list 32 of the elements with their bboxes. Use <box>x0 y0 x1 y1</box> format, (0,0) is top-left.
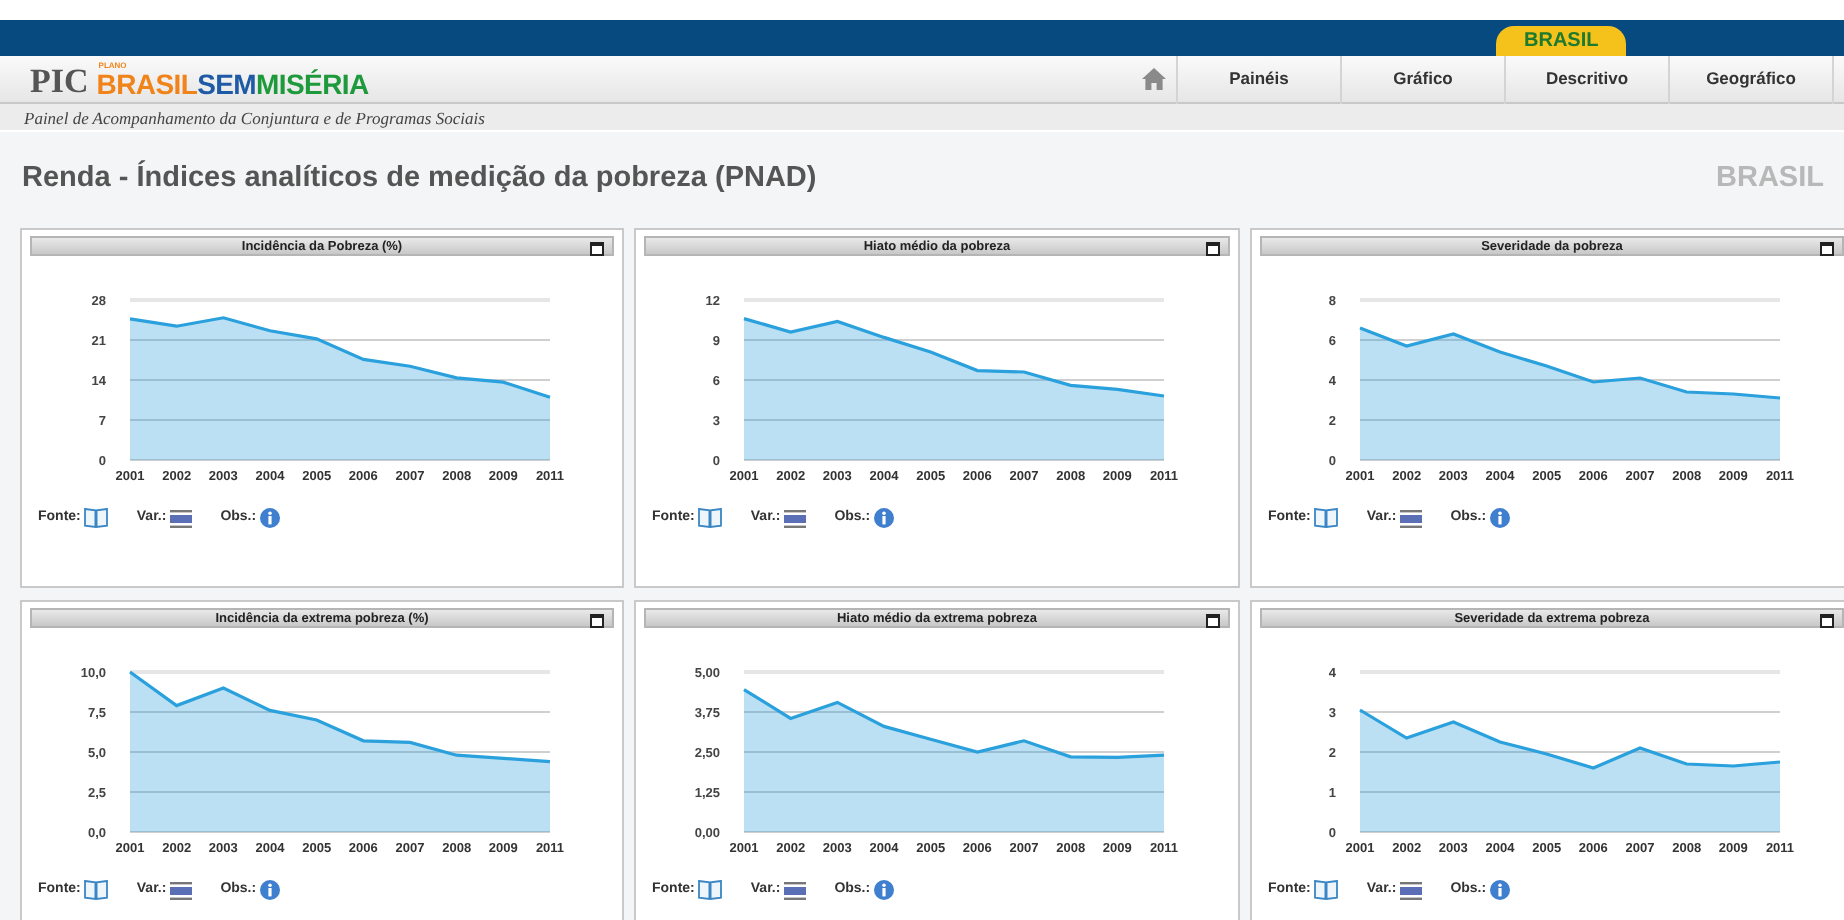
table-icon[interactable] <box>784 509 807 527</box>
subtitle: Painel de Acompanhamento da Conjuntura e de Programas Sociais <box>24 108 485 128</box>
home-icon[interactable] <box>1142 68 1166 90</box>
region-label: BRASIL <box>1716 160 1824 198</box>
book-icon[interactable] <box>84 508 109 528</box>
info-icon[interactable] <box>1490 880 1511 900</box>
maximize-icon[interactable] <box>590 241 604 256</box>
maximize-icon[interactable] <box>1206 613 1220 628</box>
table-icon[interactable] <box>784 881 807 899</box>
table-icon[interactable] <box>170 509 193 527</box>
page-title: Renda - Índices analíticos de medição da pobreza (PNAD) <box>22 162 817 198</box>
logo-text: MISÉRIA <box>256 69 369 97</box>
maximize-icon[interactable] <box>590 613 604 628</box>
maximize-icon[interactable] <box>1820 241 1834 256</box>
info-icon[interactable] <box>1490 508 1511 528</box>
info-icon[interactable] <box>874 880 895 900</box>
maximize-icon[interactable] <box>1206 241 1220 256</box>
table-icon[interactable] <box>170 881 193 899</box>
logo-text: SEM <box>197 69 257 97</box>
table-icon[interactable] <box>1400 509 1423 527</box>
book-icon[interactable] <box>1314 880 1339 900</box>
info-icon[interactable] <box>260 508 281 528</box>
book-icon[interactable] <box>698 880 723 900</box>
maximize-icon[interactable] <box>1820 613 1834 628</box>
book-icon[interactable] <box>1314 508 1339 528</box>
logo-text: BRASIL <box>96 69 198 97</box>
logo-text: PIC <box>30 63 89 97</box>
info-icon[interactable] <box>260 880 281 900</box>
book-icon[interactable] <box>698 508 723 528</box>
info-icon[interactable] <box>874 508 895 528</box>
book-icon[interactable] <box>84 880 109 900</box>
table-icon[interactable] <box>1400 881 1423 899</box>
